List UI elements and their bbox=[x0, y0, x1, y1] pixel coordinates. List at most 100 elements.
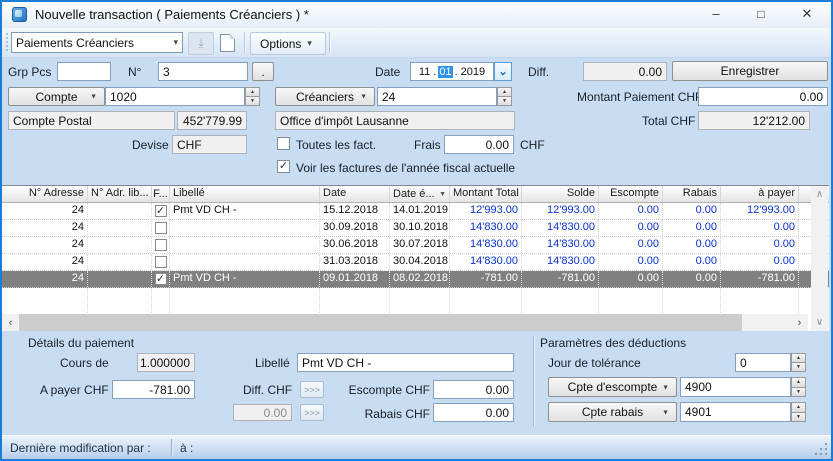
vertical-scrollbar[interactable]: ∧ ∨ bbox=[811, 186, 828, 331]
col-header-adr-libre[interactable]: N° Adr. lib... bbox=[88, 186, 152, 202]
col-header-rabais[interactable]: Rabais bbox=[663, 186, 721, 202]
table-row[interactable]: 24 30.06.2018 30.07.2018 14'830.00 14'83… bbox=[2, 237, 829, 254]
spin-down-icon[interactable]: ▼ bbox=[245, 97, 260, 106]
cpte-rabais-dropdown-button[interactable]: Cpte rabais ▼ bbox=[548, 402, 677, 422]
grp-pcs-input[interactable] bbox=[57, 62, 111, 81]
cell-rabais[interactable]: 0.00 bbox=[663, 254, 721, 270]
col-header-adresse[interactable]: N° Adresse bbox=[2, 186, 88, 202]
cell-date[interactable]: 15.12.2018 bbox=[320, 203, 390, 219]
cell-a-payer[interactable]: 0.00 bbox=[721, 220, 799, 236]
cell-date-echeance[interactable]: 30.10.2018 bbox=[390, 220, 450, 236]
cell-escompte[interactable]: 0.00 bbox=[599, 203, 663, 219]
col-header-f[interactable]: F... bbox=[152, 186, 170, 202]
date-month-selected[interactable]: 01 bbox=[438, 66, 452, 78]
cpte-rabais-spinner[interactable]: ▲ ▼ bbox=[791, 402, 806, 422]
options-button[interactable]: Options ▾ bbox=[250, 32, 326, 55]
cell-a-payer[interactable]: 0.00 bbox=[721, 237, 799, 253]
toutes-fact-checkbox[interactable] bbox=[277, 137, 290, 150]
transfer-escompte-button[interactable]: >>> bbox=[300, 381, 324, 398]
voir-factures-checkbox[interactable]: ✓ bbox=[277, 160, 290, 173]
cell-adr-libre[interactable] bbox=[88, 237, 152, 253]
cell-date-echeance[interactable]: 30.04.2018 bbox=[390, 254, 450, 270]
cell-date[interactable]: 31.03.2018 bbox=[320, 254, 390, 270]
toolbar-grip[interactable] bbox=[5, 32, 9, 53]
cell-rabais[interactable]: 0.00 bbox=[663, 220, 721, 236]
maximize-button[interactable]: □ bbox=[739, 2, 783, 25]
cell-adr-libre[interactable] bbox=[88, 271, 152, 287]
cell-montant-total[interactable]: 14'830.00 bbox=[450, 254, 522, 270]
cell-escompte[interactable]: 0.00 bbox=[599, 271, 663, 287]
col-header-a-payer[interactable]: à payer bbox=[721, 186, 799, 202]
lookup-button[interactable]: . bbox=[252, 62, 274, 81]
cell-adresse[interactable]: 24 bbox=[2, 220, 88, 236]
cell-solde[interactable]: 14'830.00 bbox=[522, 220, 599, 236]
cpte-escompte-dropdown-button[interactable]: Cpte d'escompte ▼ bbox=[548, 377, 677, 397]
row-checkbox[interactable]: ✓ bbox=[155, 273, 167, 285]
montant-paiement-input[interactable]: 0.00 bbox=[698, 87, 828, 106]
cell-rabais[interactable]: 0.00 bbox=[663, 237, 721, 253]
creanciers-input[interactable]: 24 bbox=[377, 87, 497, 106]
cell-escompte[interactable]: 0.00 bbox=[599, 220, 663, 236]
horizontal-scrollbar[interactable]: ‹ › bbox=[2, 314, 808, 331]
spin-down-icon[interactable]: ▼ bbox=[791, 388, 806, 398]
cell-facture[interactable] bbox=[152, 254, 170, 270]
cell-adr-libre[interactable] bbox=[88, 220, 152, 236]
cell-montant-total[interactable]: 14'830.00 bbox=[450, 237, 522, 253]
spin-down-icon[interactable]: ▼ bbox=[791, 413, 806, 423]
date-year[interactable]: 2019 bbox=[460, 66, 486, 78]
spin-up-icon[interactable]: ▲ bbox=[791, 377, 806, 388]
table-row[interactable]: 24 31.03.2018 30.04.2018 14'830.00 14'83… bbox=[2, 254, 829, 271]
cell-a-payer[interactable]: 0.00 bbox=[721, 254, 799, 270]
col-header-date-echeance[interactable]: Date é... ▼ bbox=[390, 186, 450, 202]
cell-adr-libre[interactable] bbox=[88, 254, 152, 270]
cell-adresse[interactable]: 24 bbox=[2, 271, 88, 287]
cell-montant-total[interactable]: 12'993.00 bbox=[450, 203, 522, 219]
spin-up-icon[interactable]: ▲ bbox=[245, 87, 260, 97]
spin-up-icon[interactable]: ▲ bbox=[497, 87, 512, 97]
cell-libelle[interactable] bbox=[170, 220, 320, 236]
cell-rabais[interactable]: 0.00 bbox=[663, 271, 721, 287]
compte-dropdown-button[interactable]: Compte ▼ bbox=[8, 87, 105, 106]
cell-solde[interactable]: -781.00 bbox=[522, 271, 599, 287]
col-header-escompte[interactable]: Escompte bbox=[599, 186, 663, 202]
col-header-libelle[interactable]: Libellé bbox=[170, 186, 320, 202]
cell-a-payer[interactable]: -781.00 bbox=[721, 271, 799, 287]
table-row-selected[interactable]: 24 ✓ Pmt VD CH - 09.01.2018 08.02.2018 -… bbox=[2, 271, 829, 288]
a-payer-input[interactable]: -781.00 bbox=[112, 380, 195, 399]
cell-libelle[interactable] bbox=[170, 254, 320, 270]
rabais-chf-input[interactable]: 0.00 bbox=[433, 403, 514, 422]
cell-facture[interactable] bbox=[152, 237, 170, 253]
transaction-type-combobox[interactable]: Paiements Créanciers ▾ bbox=[11, 32, 183, 53]
cell-rabais[interactable]: 0.00 bbox=[663, 203, 721, 219]
cell-adresse[interactable]: 24 bbox=[2, 237, 88, 253]
col-header-solde[interactable]: Solde bbox=[522, 186, 599, 202]
new-document-button[interactable] bbox=[215, 32, 239, 53]
cell-libelle[interactable]: Pmt VD CH - bbox=[170, 203, 320, 219]
scroll-down-icon[interactable]: ∨ bbox=[811, 314, 828, 331]
spin-up-icon[interactable]: ▲ bbox=[791, 402, 806, 413]
scroll-right-icon[interactable]: › bbox=[791, 314, 808, 331]
cell-date-echeance[interactable]: 14.01.2019 bbox=[390, 203, 450, 219]
libelle-input[interactable]: Pmt VD CH - bbox=[297, 353, 514, 372]
row-checkbox[interactable] bbox=[155, 239, 167, 251]
compte-input[interactable]: 1020 bbox=[105, 87, 245, 106]
scroll-up-icon[interactable]: ∧ bbox=[811, 186, 828, 203]
cell-date-echeance[interactable]: 30.07.2018 bbox=[390, 237, 450, 253]
table-row[interactable]: 24 30.09.2018 30.10.2018 14'830.00 14'83… bbox=[2, 220, 829, 237]
cell-solde[interactable]: 12'993.00 bbox=[522, 203, 599, 219]
cell-escompte[interactable]: 0.00 bbox=[599, 237, 663, 253]
import-button[interactable]: ⤓ bbox=[188, 32, 214, 55]
transfer-rabais-button[interactable]: >>> bbox=[300, 404, 324, 421]
row-checkbox[interactable] bbox=[155, 222, 167, 234]
jour-tolerance-input[interactable]: 0 bbox=[735, 353, 791, 372]
cell-adresse[interactable]: 24 bbox=[2, 254, 88, 270]
resize-grip[interactable] bbox=[815, 443, 828, 456]
cell-a-payer[interactable]: 12'993.00 bbox=[721, 203, 799, 219]
date-dropdown-button[interactable]: ⌄ bbox=[494, 62, 512, 81]
creanciers-spinner[interactable]: ▲ ▼ bbox=[497, 87, 512, 106]
row-checkbox[interactable] bbox=[155, 256, 167, 268]
spin-down-icon[interactable]: ▼ bbox=[791, 363, 806, 372]
scroll-left-icon[interactable]: ‹ bbox=[2, 314, 19, 331]
cell-facture[interactable] bbox=[152, 220, 170, 236]
cpte-escompte-input[interactable]: 4900 bbox=[680, 377, 791, 397]
